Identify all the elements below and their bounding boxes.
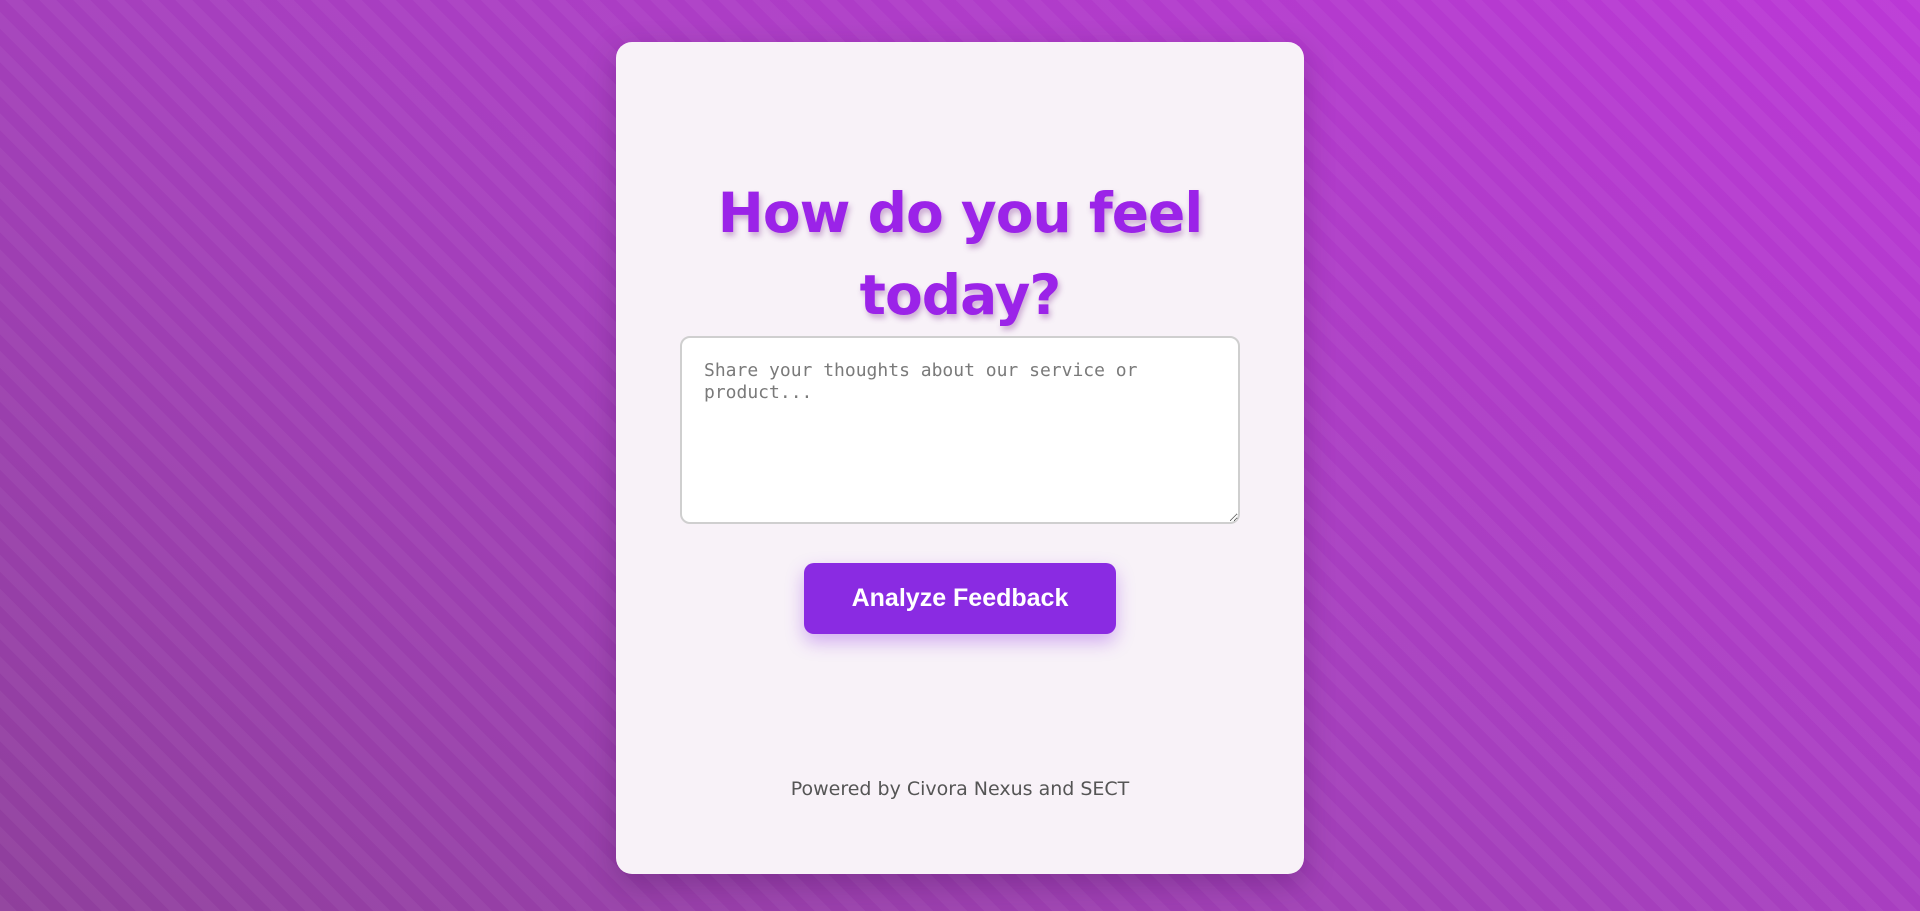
analyze-feedback-button[interactable]: Analyze Feedback [804, 563, 1116, 634]
title-line-2: today? [859, 263, 1062, 327]
feedback-input[interactable] [680, 336, 1240, 524]
feedback-card: How do you feel today? Analyze Feedback … [616, 42, 1304, 874]
footer-credit: Powered by Civora Nexus and SECT [790, 778, 1130, 800]
title-line-1: How do you feel [717, 181, 1203, 245]
page-title: How do you feel today? [616, 172, 1304, 336]
